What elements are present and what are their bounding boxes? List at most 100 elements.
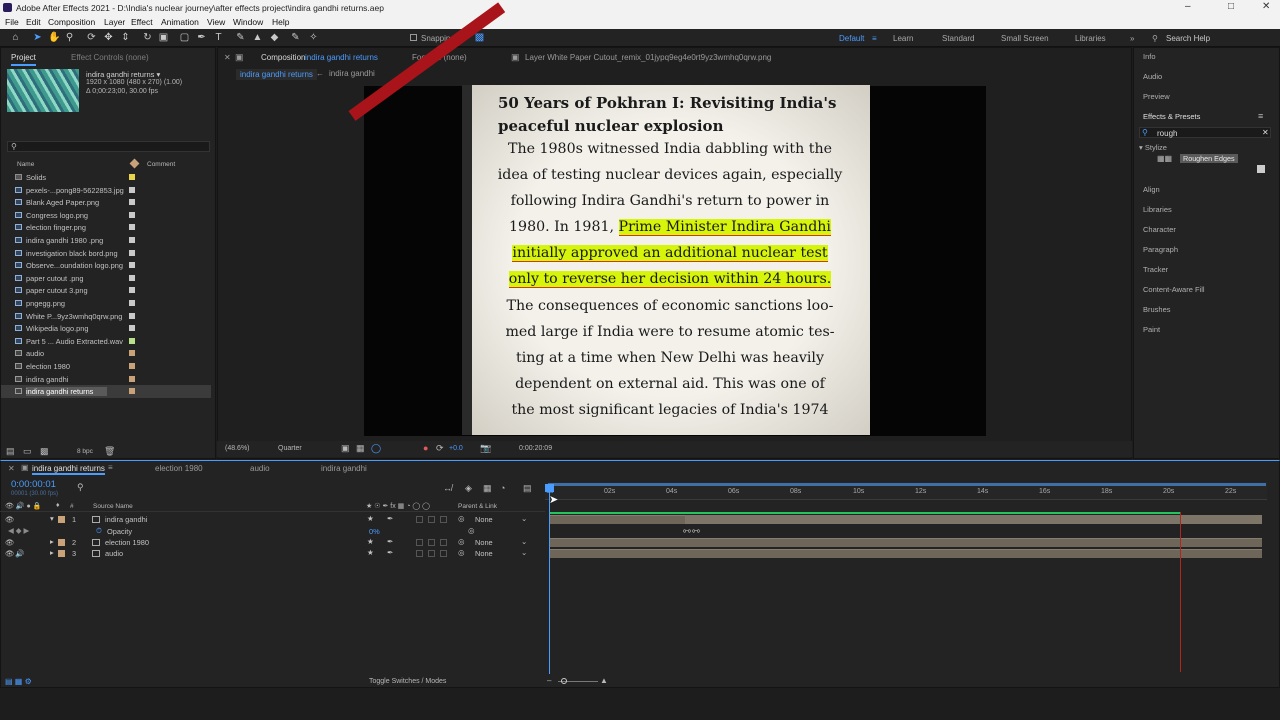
stopwatch-icon[interactable]: ⏱ [96,526,102,536]
shy-switch-icon[interactable]: ★ [367,537,374,546]
workspace-learn[interactable]: Learn [893,34,913,43]
new-preset-icon[interactable] [1257,165,1265,173]
playhead-handle[interactable] [545,484,554,492]
switch-box[interactable] [416,516,423,523]
effects-search-input[interactable]: ⚲ rough ✕ [1139,127,1271,138]
switch-box[interactable] [416,550,423,557]
new-folder-icon[interactable]: ▭ [23,446,32,457]
brush-tool-icon[interactable]: ✎ [235,32,246,43]
panel-paint[interactable]: Paint [1143,325,1160,334]
menu-layer[interactable]: Layer [104,17,125,27]
visibility-eye-icon[interactable]: 👁 [5,515,14,524]
workspace-default[interactable]: Default [839,34,864,43]
menu-help[interactable]: Help [272,17,289,27]
rotate-tool-icon[interactable]: ↻ [142,32,153,43]
opacity-value[interactable]: 0% [369,527,380,536]
source-name-header[interactable]: Source Name [93,503,133,510]
playhead-line[interactable] [549,484,550,674]
home-icon[interactable]: ⌂ [10,32,21,43]
list-item[interactable]: election finger.png [1,221,211,234]
anchor-tool-icon[interactable]: ▣ [158,32,169,43]
mask-visibility-icon[interactable]: ◯ [371,443,381,454]
minimize-icon[interactable]: – [1185,1,1191,12]
selection-tool-icon[interactable]: ➤ [32,32,43,43]
list-item[interactable]: White P...9yz3wmhq0qrw.png [1,310,211,323]
opacity-property-row[interactable]: ◀ ◆ ▶ ⏱ Opacity 0% ◎ [0,526,1280,537]
motion-blur-icon[interactable]: ◔ [500,483,505,493]
layer-name[interactable]: audio [105,549,123,558]
bpc-label[interactable]: 8 bpc [77,448,93,455]
work-area-bar[interactable] [548,483,1266,486]
expand-arrow-icon[interactable]: ▾ [50,514,54,523]
panel-brushes[interactable]: Brushes [1143,305,1171,314]
type-tool-icon[interactable]: T [213,32,224,43]
list-item[interactable]: investigation black bord.png [1,247,211,260]
rectangle-tool-icon[interactable]: ▢ [179,32,190,43]
zoom-out-icon[interactable]: – [547,676,551,685]
roto-brush-icon[interactable]: ✎ [290,32,301,43]
list-item[interactable]: indira gandhi [1,373,211,386]
panel-audio[interactable]: Audio [1143,72,1162,81]
draft-3d-icon[interactable]: ◈ [465,483,472,494]
eraser-tool-icon[interactable]: ◆ [269,32,280,43]
parent-dropdown[interactable]: None [475,538,493,547]
pen-tool-icon[interactable]: ✒ [196,32,207,43]
layer-switches-icons[interactable]: ▤ ▦ ⚙ [5,677,32,686]
tab-project[interactable]: Project [11,53,36,66]
list-item[interactable]: Blank Aged Paper.png [1,196,211,209]
close-icon[interactable]: ✕ [1262,1,1270,12]
region-of-interest-icon[interactable]: ▣ [341,443,350,454]
switch-box[interactable] [440,516,447,523]
workspace-libraries[interactable]: Libraries [1075,34,1106,43]
expand-arrow-icon[interactable]: ▸ [50,537,54,546]
panel-menu-icon[interactable]: ≡ [1258,111,1263,121]
keyframe-icon[interactable]: ⧟ [692,526,700,536]
tab-effect-controls[interactable]: Effect Controls (none) [71,53,149,62]
delete-icon[interactable]: 🗑 [104,446,115,457]
keyframe-nav-icon[interactable]: ◀ ◆ ▶ [8,526,29,535]
maximize-icon[interactable]: □ [1228,1,1234,12]
timeline-tab-indira-gandhi-returns[interactable]: indira gandhi returns [32,464,105,475]
graph-editor-icon[interactable]: ▤ [523,483,532,494]
snap-grid-icon[interactable]: ▩ [474,32,485,43]
panel-tracker[interactable]: Tracker [1143,265,1168,274]
switch-box[interactable] [428,550,435,557]
switch-box[interactable] [428,516,435,523]
list-item[interactable]: Congress logo.png [1,209,211,222]
list-item[interactable]: paper cutout .png [1,272,211,285]
dolly-tool-icon[interactable]: ⇕ [120,32,131,43]
search-help-icon[interactable]: ⚲ [1152,34,1158,43]
comp-name-label[interactable]: indira gandhi returns ▾ [86,70,160,79]
shy-switch-icon[interactable]: ★ [367,514,374,523]
timeline-tab-menu-icon[interactable]: ≡ [108,463,113,472]
layer-name[interactable]: election 1980 [105,538,149,547]
search-help-input[interactable]: Search Help [1166,34,1210,43]
workspace-menu-icon[interactable]: ≡ [872,34,877,43]
hand-tool-icon[interactable]: ✋ [48,32,60,43]
project-search-input[interactable]: ⚲ [7,141,210,152]
panel-info[interactable]: Info [1143,52,1156,61]
breadcrumb-parent[interactable]: indira gandhi [329,69,375,78]
timeline-tab-indira-gandhi[interactable]: indira gandhi [321,464,367,473]
visibility-eye-icon[interactable]: 👁 [5,549,14,558]
keyframe-icon[interactable]: ⧟ [683,526,691,536]
quality-switch-icon[interactable]: ✒ [387,548,393,557]
stylize-category[interactable]: ▾ Stylize [1139,143,1167,152]
interpret-footage-icon[interactable]: ▤ [6,446,15,457]
layer-bar-2[interactable] [550,538,1262,547]
audio-speaker-icon[interactable]: 🔊 [15,549,24,558]
zoom-slider-handle[interactable] [561,678,567,684]
list-item-selected[interactable]: indira gandhi returns [1,385,211,398]
column-comment[interactable]: Comment [147,161,175,168]
quality-switch-icon[interactable]: ✒ [387,537,393,546]
workspace-overflow-icon[interactable]: » [1130,34,1134,43]
label-color[interactable] [58,550,65,557]
clear-search-icon[interactable]: ✕ [1262,128,1269,137]
comp-mini-flowchart-icon[interactable]: ↮ [443,483,452,493]
list-item[interactable]: pexels-...pong89-5622853.jpg [1,184,211,197]
menu-composition[interactable]: Composition [48,17,95,27]
list-item[interactable]: Solids [1,171,211,184]
comp-lock-icon[interactable]: ▣ [235,52,244,63]
pickwhip-icon[interactable]: ◎ [458,537,464,546]
zoom-in-icon[interactable]: ▲ [600,676,608,685]
